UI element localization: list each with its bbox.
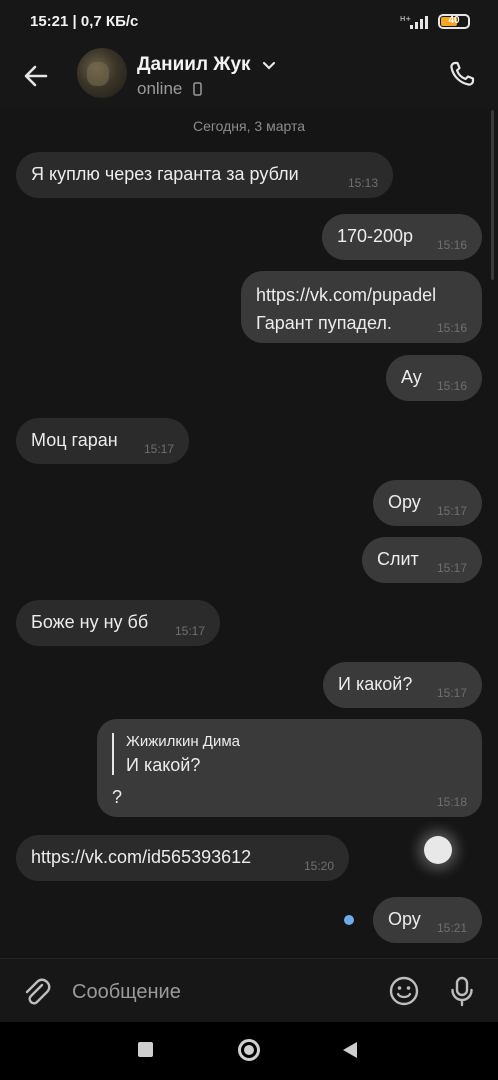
message-time: 15:17 [143, 442, 174, 456]
message-time: 15:21 [436, 921, 467, 935]
message-input[interactable] [72, 977, 362, 1007]
message-text: Ору [388, 909, 421, 929]
message-text: Ау [401, 367, 422, 387]
avatar[interactable] [77, 48, 127, 98]
message-outgoing[interactable]: https://vk.com/pupadel Гарант пупадел. 1… [241, 271, 482, 343]
network-type-text: H+ [400, 15, 411, 23]
message-incoming[interactable]: Моц гаран 15:17 [16, 418, 189, 464]
message-outgoing-reply[interactable]: Жижилкин Дима И какой? ? 15:18 [97, 719, 482, 817]
scrollbar[interactable] [491, 110, 494, 280]
message-outgoing[interactable]: Слит 15:17 [362, 537, 482, 583]
floating-touch-indicator [424, 836, 452, 864]
message-text: Боже ну ну бб [31, 612, 149, 632]
chevron-down-icon[interactable] [262, 61, 276, 71]
status-time-speed: 15:21 | 0,7 КБ/с [30, 13, 139, 30]
message-outgoing[interactable]: 170-200р 15:16 [322, 214, 482, 260]
message-outgoing[interactable]: Ору 15:21 [373, 897, 482, 943]
recent-apps-button[interactable] [138, 1042, 153, 1057]
reply-quote-bar [112, 733, 114, 775]
message-text: 170-200р [337, 226, 414, 246]
smile-icon [389, 976, 419, 1006]
mobile-device-icon [193, 82, 202, 96]
system-nav-bar [0, 1022, 498, 1080]
message-time: 15:17 [436, 686, 467, 700]
contact-name[interactable]: Даниил Жук [137, 54, 251, 76]
back-button[interactable] [18, 58, 54, 94]
battery-level: 40 [448, 15, 460, 26]
message-incoming[interactable]: Я куплю через гаранта за рубли 15:13 [16, 152, 393, 198]
nav-back-icon[interactable] [342, 1041, 358, 1059]
message-time: 15:20 [303, 859, 334, 873]
message-incoming[interactable]: Боже ну ну бб 15:17 [16, 600, 220, 646]
message-time: 15:16 [436, 321, 467, 335]
microphone-icon [451, 976, 473, 1007]
emoji-button[interactable] [386, 973, 422, 1009]
message-time: 15:17 [436, 561, 467, 575]
message-text: Ору [388, 492, 421, 512]
message-time: 15:16 [436, 379, 467, 393]
date-separator: Сегодня, 3 марта [192, 118, 306, 134]
message-text: Гарант пупадел. [256, 313, 392, 333]
message-text: Моц гаран [31, 430, 118, 450]
phone-icon [450, 61, 475, 86]
chat-header: Даниил Жук online [0, 44, 498, 108]
message-text: И какой? [338, 674, 413, 694]
contact-status: online [137, 79, 183, 98]
attach-button[interactable] [18, 973, 54, 1009]
voice-message-button[interactable] [444, 973, 480, 1009]
arrow-left-icon [24, 65, 48, 87]
battery-icon: 40 [438, 14, 470, 29]
paperclip-icon [25, 978, 51, 1005]
call-button[interactable] [444, 56, 480, 92]
reply-text: И какой? [126, 755, 201, 775]
message-text: ? [112, 787, 123, 807]
home-button[interactable] [238, 1039, 260, 1061]
message-composer [0, 958, 498, 1022]
message-time: 15:18 [436, 795, 467, 809]
message-outgoing[interactable]: Ау 15:16 [386, 355, 482, 401]
unread-indicator [344, 915, 354, 925]
reply-author[interactable]: Жижилкин Дима [126, 733, 240, 750]
message-link[interactable]: https://vk.com/pupadel [256, 285, 436, 306]
status-bar: 15:21 | 0,7 КБ/с H+ 40 [0, 0, 498, 44]
message-link[interactable]: https://vk.com/id565393612 [31, 847, 251, 868]
message-time: 15:16 [436, 238, 467, 252]
message-text: Слит [377, 549, 419, 569]
message-time: 15:17 [174, 624, 205, 638]
message-incoming[interactable]: https://vk.com/id565393612 15:20 [16, 835, 349, 881]
status-icons: H+ 40 [390, 14, 470, 30]
message-text: Я куплю через гаранта за рубли [31, 164, 299, 184]
message-outgoing[interactable]: И какой? 15:17 [323, 662, 482, 708]
message-time: 15:13 [347, 176, 378, 190]
signal-icon: H+ [400, 15, 428, 29]
message-time: 15:17 [436, 504, 467, 518]
message-outgoing[interactable]: Ору 15:17 [373, 480, 482, 526]
